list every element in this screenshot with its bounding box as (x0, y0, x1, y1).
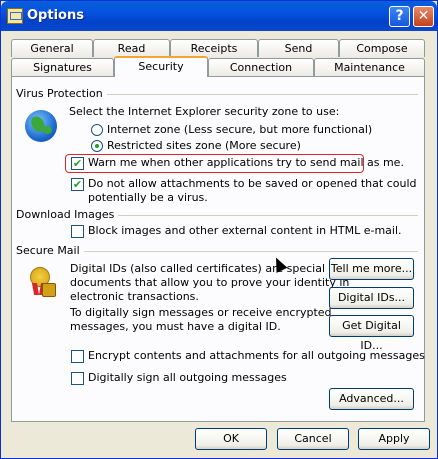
block-images-checkbox[interactable] (71, 225, 84, 238)
help-button[interactable]: ? (389, 6, 410, 27)
options-window: Options ? ✕ General Read Receipts Send C… (0, 0, 438, 459)
digitally-sign-label[interactable]: Digitally sign all outgoing messages (88, 371, 287, 384)
apply-button[interactable]: Apply (358, 428, 430, 450)
advanced-button[interactable]: Advanced... (329, 388, 414, 410)
block-attachments-label-1[interactable]: Do not allow attachments to be saved or … (88, 177, 417, 190)
tab-row-2: Signatures Security Connection Maintenan… (11, 56, 425, 77)
secure-mail-desc-3: electronic transactions. (70, 290, 199, 303)
secure-mail-desc-2: documents that allow you to prove your i… (70, 276, 350, 289)
globe-icon (25, 110, 57, 142)
download-images-heading: Download Images (16, 208, 119, 221)
certificate-lock-icon (24, 265, 56, 299)
secure-mail-heading: Secure Mail (16, 244, 84, 257)
encrypt-label[interactable]: Encrypt contents and attachments for all… (88, 349, 425, 362)
encrypt-checkbox[interactable] (71, 350, 84, 363)
tab-general[interactable]: General (11, 39, 93, 57)
secure-mail-desc-4: To digitally sign messages or receive en… (70, 306, 332, 319)
digital-ids-button[interactable]: Digital IDs... (329, 287, 414, 309)
internet-zone-label[interactable]: Internet zone (Less secure, but more fun… (107, 123, 372, 136)
close-button[interactable]: ✕ (413, 6, 434, 27)
tell-me-more-button[interactable]: Tell me more... (329, 258, 414, 280)
virus-protection-heading: Virus Protection (16, 87, 107, 100)
title-bar[interactable]: Options ? ✕ (1, 1, 437, 31)
ok-button[interactable]: OK (195, 428, 267, 450)
secure-mail-desc-5: messages, you must have a digital ID. (70, 320, 281, 333)
secure-mail-desc-1: Digital IDs (also called certificates) a… (70, 262, 325, 275)
warn-send-mail-label[interactable]: Warn me when other applications try to s… (88, 156, 404, 169)
tab-security[interactable]: Security (114, 56, 208, 77)
tab-send[interactable]: Send (258, 39, 339, 57)
restricted-zone-radio[interactable] (91, 140, 103, 152)
block-attachments-checkbox[interactable]: ✔ (71, 178, 84, 191)
tab-connection[interactable]: Connection (208, 58, 314, 76)
block-attachments-label-2[interactable]: potentially be a virus. (88, 191, 208, 204)
get-digital-id-button[interactable]: Get Digital ID... (329, 315, 414, 352)
internet-zone-radio[interactable] (91, 124, 103, 136)
tab-maintenance[interactable]: Maintenance (314, 58, 425, 76)
tab-signatures[interactable]: Signatures (11, 58, 114, 76)
digitally-sign-checkbox[interactable] (71, 372, 84, 385)
tab-read[interactable]: Read (93, 39, 170, 57)
tab-receipts[interactable]: Receipts (170, 39, 258, 57)
cancel-button[interactable]: Cancel (277, 428, 349, 450)
zone-prompt: Select the Internet Explorer security zo… (69, 105, 340, 118)
security-panel: Virus Protection Select the Internet Exp… (11, 76, 425, 422)
restricted-zone-label[interactable]: Restricted sites zone (More secure) (107, 139, 301, 152)
block-images-label[interactable]: Block images and other external content … (88, 224, 402, 237)
tab-row-1: General Read Receipts Send Compose (11, 39, 425, 57)
window-title: Options (27, 8, 84, 23)
tab-compose[interactable]: Compose (339, 39, 425, 57)
warn-send-mail-checkbox[interactable]: ✔ (71, 157, 84, 170)
options-window-icon (7, 8, 23, 24)
